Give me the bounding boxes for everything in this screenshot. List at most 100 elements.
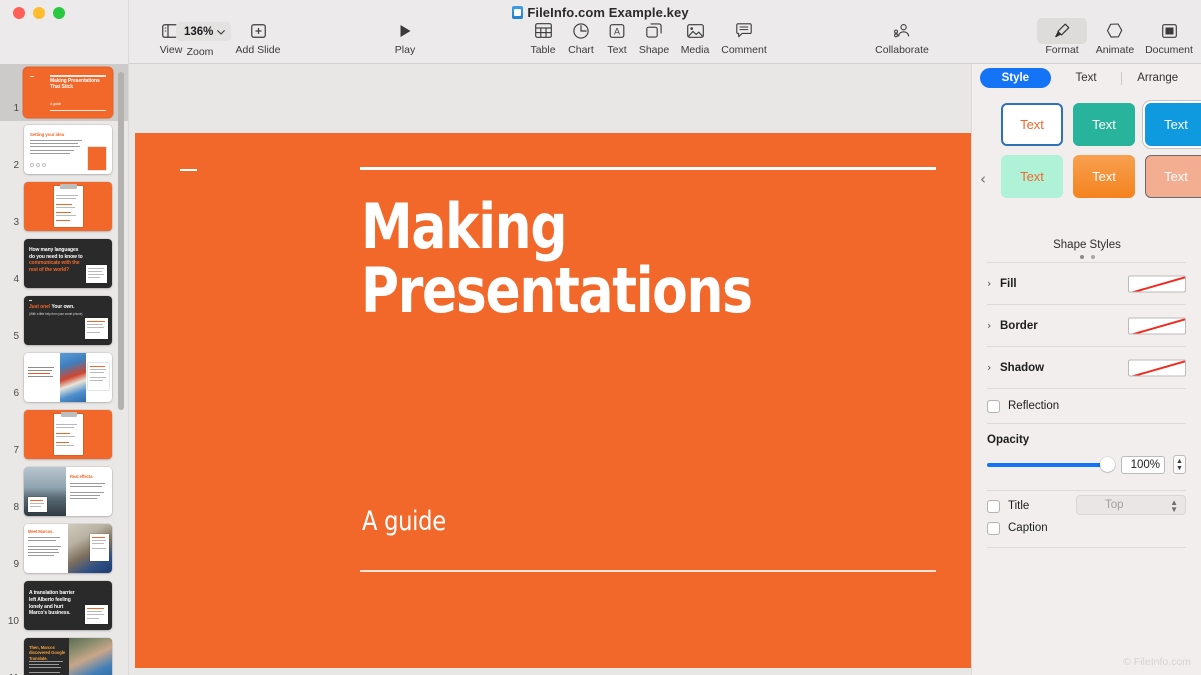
slide-thumbnail-6[interactable] [24,353,112,402]
slide-thumbnail-row-8[interactable]: 8 Real effects. [0,463,128,520]
slide-thumbnail-8[interactable]: Real effects. [24,467,112,516]
page-dot-2[interactable] [1090,255,1095,259]
animate-icon [1106,22,1124,39]
slide-number-7: 7 [13,445,19,456]
slide-thumbnail-row-3[interactable]: 3 [0,178,128,235]
stepper-down-icon[interactable]: ▼ [1176,465,1183,472]
slide-thumbnail-11[interactable]: Then, Marcos discovered Google Translate… [24,638,112,675]
tab-arrange[interactable]: Arrange [1122,68,1193,88]
slide-number-5: 5 [13,331,19,342]
reflection-row[interactable]: Reflection [972,389,1201,423]
slide-thumbnail-5[interactable]: Just one! Your own. (With a little help … [24,296,112,345]
add-slide-label: Add Slide [235,44,281,56]
shadow-row[interactable]: › Shadow [972,347,1201,388]
title-checkbox[interactable] [987,499,1000,513]
slide-thumbnail-row-4[interactable]: 4 How many languages do you need to know… [0,235,128,292]
play-button[interactable]: Play [375,22,435,56]
caption-checkbox[interactable] [987,521,1000,535]
slide-canvas[interactable]: Making Presentations A guide [129,64,971,675]
shape-style-swatch-2[interactable]: Text [1073,103,1135,146]
slide-number-6: 6 [13,388,19,399]
stepper-up-icon[interactable]: ▲ [1176,458,1183,465]
zoom-control[interactable]: 136% [176,22,232,41]
shape-style-swatch-6[interactable]: Text [1145,155,1201,198]
slide-thumbnail-row-7[interactable]: 7 [0,406,128,463]
play-icon [399,22,412,39]
current-slide[interactable]: Making Presentations A guide [135,133,971,668]
format-inspector[interactable]: Style Text Arrange ‹ › Text Text Text Te… [971,64,1201,675]
slide-rule-bottom [360,570,936,572]
inspector-tab-bar[interactable]: Style Text Arrange [972,64,1201,92]
slide-number-3: 3 [13,217,19,228]
opacity-stepper[interactable]: ▲ ▼ [1173,455,1186,474]
insert-comment-label: Comment [721,44,767,56]
slide-thumbnail-row-2[interactable]: 2 Setting your idea [0,121,128,178]
reflection-checkbox[interactable] [987,399,1000,413]
collaborate-button[interactable]: Collaborate [872,22,932,56]
shadow-label: Shadow [1000,361,1045,374]
slide-thumbnail-9[interactable]: Meet Marcos. [24,524,112,573]
shape-style-swatch-5[interactable]: Text [1073,155,1135,198]
slide-number-4: 4 [13,274,19,285]
shape-style-swatch-3[interactable]: Text [1145,103,1201,146]
opacity-control-row: 100% ▲ ▼ [987,455,1186,474]
fill-disclosure-icon[interactable]: › [987,277,1000,290]
border-none-swatch[interactable] [1128,317,1186,334]
swatch-label-4: Text [1020,169,1044,184]
shape-style-swatch-4[interactable]: Text [1001,155,1063,198]
insert-comment-button[interactable]: Comment [714,22,774,56]
opacity-label: Opacity [987,434,1030,446]
tab-text[interactable]: Text [1051,68,1122,88]
shape-style-swatch-1[interactable]: Text [1001,103,1063,146]
opacity-slider[interactable] [987,456,1115,472]
slide-thumbnail-4[interactable]: How many languages do you need to know t… [24,239,112,288]
slide-number-9: 9 [13,559,19,570]
format-button[interactable]: Format [1032,22,1092,56]
zoom-value: 136% [184,25,214,38]
media-icon [686,22,704,39]
shadow-none-swatch[interactable] [1128,359,1186,376]
shadow-disclosure-icon[interactable]: › [987,361,1000,374]
collaborate-label: Collaborate [875,44,929,56]
slide-navigator[interactable]: 1 Making Presentations That Stick A guid… [0,64,129,675]
swatch-label-2: Text [1092,117,1116,132]
fill-row[interactable]: › Fill [972,263,1201,304]
border-row[interactable]: › Border [972,305,1201,346]
svg-text:A: A [614,26,620,36]
toolbar: FileInfo.com Example.key View 136% Zoom … [0,0,1201,64]
slide-thumbnail-7[interactable] [24,410,112,459]
animate-label: Animate [1095,44,1135,56]
slide-thumbnail-10[interactable]: A translation barrier left Alberto feeli… [24,581,112,630]
slide-thumbnail-2[interactable]: Setting your idea [24,125,112,174]
zoom-label: Zoom [186,46,214,58]
border-disclosure-icon[interactable]: › [987,319,1000,332]
add-slide-button[interactable]: Add Slide [228,22,288,56]
navigator-scrollbar[interactable] [118,72,124,410]
slide-thumbnail-row-6[interactable]: 6 [0,349,128,406]
page-dot-1[interactable] [1079,255,1084,259]
chevron-left-icon[interactable]: ‹ [980,170,986,188]
document-button[interactable]: Document [1139,22,1199,56]
slide-thumbnail-row-11[interactable]: 11 Then, Marcos discovered Google Transl… [0,634,128,675]
slide-thumbnail-row-9[interactable]: 9 Meet Marcos. [0,520,128,577]
slider-knob[interactable] [1100,456,1115,472]
slide-title-text[interactable]: Making Presentations [361,195,919,323]
slide-thumbnail-row-10[interactable]: 10 A translation barrier left Alberto fe… [0,577,128,634]
tab-style[interactable]: Style [980,68,1051,88]
slide-subtitle-text[interactable]: A guide [362,506,446,537]
slider-fill [987,462,1113,467]
fill-none-swatch[interactable] [1128,275,1186,292]
shape-styles-grid[interactable]: Text Text Text Text Text Text [1001,103,1201,198]
swatch-label-5: Text [1092,169,1116,184]
caption-row[interactable]: Caption [987,517,1186,539]
title-position-popup[interactable]: Top ▲ ▼ [1076,495,1186,515]
animate-button[interactable]: Animate [1085,22,1145,56]
slide-thumbnail-3[interactable] [24,182,112,231]
format-label: Format [1045,44,1079,56]
opacity-value-field[interactable]: 100% [1121,455,1165,474]
shape-styles-page-dots[interactable] [972,255,1201,259]
slide-thumbnail-row-1[interactable]: 1 Making Presentations That Stick A guid… [0,64,128,121]
slide-thumbnail-row-5[interactable]: 5 Just one! Your own. (With a little hel… [0,292,128,349]
slide-thumbnail-1[interactable]: Making Presentations That Stick A guide [24,68,112,117]
keynote-document-icon [512,6,524,19]
